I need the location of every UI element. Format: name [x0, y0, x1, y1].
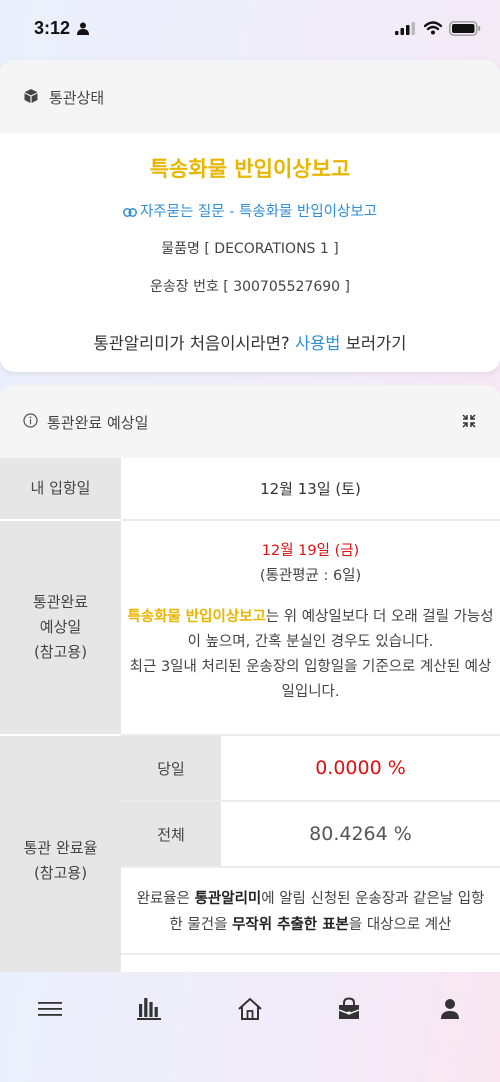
rate-note-part1: 완료율은 — [136, 891, 190, 907]
item-name: 물품명 [ DECORATIONS 1 ] — [161, 241, 339, 257]
bag-icon — [338, 997, 360, 1019]
person-icon — [77, 22, 89, 35]
faq-link-text[interactable]: 자주묻는 질문 - 특송화물 반입이상보고 — [140, 204, 377, 220]
home-icon — [238, 998, 262, 1020]
expected-label-line3: (참고용) — [33, 643, 88, 661]
status-card-header: 통관상태 — [0, 60, 500, 133]
rate-note-bold1: 통관알리미 — [194, 891, 262, 907]
completion-rate-label: 통관 완료율 (참고용) — [0, 736, 121, 985]
menu-icon — [38, 1002, 62, 1016]
battery-icon — [449, 21, 481, 36]
info-icon — [23, 413, 38, 428]
package-icon — [24, 89, 38, 103]
rate-label-line2: (참고용) — [33, 863, 88, 882]
wifi-icon — [424, 21, 442, 35]
arrival-date-value: 12월 13일 (토) — [260, 480, 361, 498]
usage-link[interactable]: 사용법 — [295, 334, 341, 353]
report-title: 특송화물 반입이상보고 — [149, 157, 351, 181]
nav-profile[interactable] — [430, 994, 470, 1024]
chart-icon — [137, 998, 161, 1020]
total-label: 전체 — [121, 802, 221, 866]
note-line2: 최근 3일내 처리된 운송장의 입항일을 기준으로 계산된 예상일입니다. — [129, 659, 492, 700]
nav-menu[interactable] — [30, 994, 70, 1024]
status-bar: 3:12 — [0, 0, 500, 58]
status-card-title: 통관상태 — [49, 89, 105, 107]
average-days: (통관평균 : 6일) — [259, 568, 362, 584]
expected-date-cell: 12월 19일 (금) (통관평균 : 6일) 특송화물 반입이상보고는 위 예… — [121, 521, 500, 734]
link-icon — [122, 207, 137, 217]
cellular-signal-icon — [395, 22, 415, 35]
note-highlight: 특송화물 반입이상보고 — [127, 609, 266, 625]
expected-date-label: 통관완료 예상일 (참고용) — [0, 521, 121, 734]
estimate-card-title: 통관완료 예상일 — [47, 414, 149, 432]
same-day-label: 당일 — [121, 736, 221, 800]
expected-note: 특송화물 반입이상보고는 위 예상일보다 더 오래 걸릴 가능성이 높으며, 간… — [121, 605, 500, 705]
same-day-rate: 0.0000 % — [315, 757, 406, 779]
rate-note-bold2: 무작위 추출한 표본 — [232, 917, 349, 933]
estimate-card: 통관완료 예상일 내 입항일 12월 13일 (토) 통관완료 예상일 (참고용… — [0, 385, 500, 985]
tracking-number: 운송장 번호 [ 300705527690 ] — [149, 279, 350, 295]
status-time: 3:12 — [34, 18, 71, 38]
faq-link[interactable]: 자주묻는 질문 - 특송화물 반입이상보고 — [0, 200, 500, 221]
rate-note-part3: 을 대상으로 계산 — [348, 917, 452, 933]
expected-label-line1: 통관완료 — [32, 593, 89, 611]
arrival-date-label-text: 내 입항일 — [30, 479, 91, 497]
collapse-icon[interactable] — [462, 414, 476, 428]
user-icon — [441, 999, 459, 1019]
bottom-nav — [0, 972, 500, 1082]
total-rate: 80.4264 % — [309, 823, 412, 845]
row-divider — [121, 953, 500, 955]
expected-date: 12월 19일 (금) — [261, 543, 360, 559]
nav-home[interactable] — [230, 994, 270, 1024]
nav-shopping[interactable] — [329, 994, 369, 1024]
guide-prefix: 통관알리미가 처음이시라면? — [93, 334, 290, 353]
usage-guide: 통관알리미가 처음이시라면? 사용법 보러가기 — [0, 330, 500, 354]
guide-suffix: 보러가기 — [345, 334, 407, 353]
expected-label-line2: 예상일 — [39, 618, 82, 636]
nav-stats[interactable] — [129, 994, 169, 1024]
estimate-card-header: 통관완료 예상일 — [0, 385, 500, 458]
rate-note: 완료율은 통관알리미에 알림 신청된 운송장과 같은날 입항한 물건을 무작위 … — [121, 868, 500, 953]
arrival-date-label: 내 입항일 — [0, 458, 121, 519]
rate-label-line1: 통관 완료율 — [23, 838, 98, 857]
